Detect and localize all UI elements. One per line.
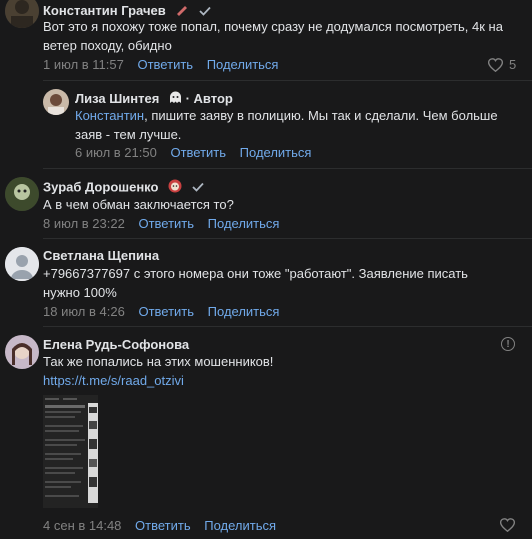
like-button[interactable]: 5 — [488, 57, 516, 72]
attached-image[interactable] — [43, 395, 98, 508]
comment-meta: 4 сен в 14:48 Ответить Поделиться — [43, 518, 276, 534]
comment-date[interactable]: 6 июл в 21:50 — [75, 145, 157, 160]
avatar[interactable] — [5, 247, 39, 281]
share-button[interactable]: Поделиться — [208, 304, 280, 319]
comment-meta: 18 июл в 4:26 Ответить Поделиться — [43, 304, 279, 320]
external-link[interactable]: https://t.me/s/raad_otzivi — [43, 373, 184, 388]
heart-icon — [500, 518, 515, 532]
info-icon[interactable]: ! — [501, 337, 515, 351]
reply-button[interactable]: Ответить — [135, 518, 191, 533]
heart-icon — [488, 57, 503, 72]
divider — [43, 80, 532, 81]
avatar[interactable] — [5, 177, 39, 211]
divider — [43, 168, 532, 169]
reply-button[interactable]: Ответить — [138, 304, 194, 319]
comment-meta: 6 июл в 21:50 Ответить Поделиться — [75, 145, 311, 161]
share-button[interactable]: Поделиться — [204, 518, 276, 533]
comment-text: Вот это я похожу тоже попал, почему сраз… — [43, 19, 503, 53]
reply-button[interactable]: Ответить — [170, 145, 226, 160]
like-button[interactable] — [500, 518, 515, 532]
check-icon — [192, 180, 204, 196]
avatar[interactable] — [43, 89, 69, 115]
comment-date[interactable]: 4 сен в 14:48 — [43, 518, 121, 533]
divider — [43, 326, 532, 327]
comment-text: Константин, пишите заяву в полицию. Мы т… — [75, 108, 498, 142]
comment-author[interactable]: Елена Рудь-Софонова — [43, 337, 189, 353]
divider — [43, 238, 532, 239]
comment-author[interactable]: Светлана Щепина — [43, 248, 159, 264]
comment-text: Так же попались на этих мошенников! http… — [43, 354, 274, 388]
comment-date[interactable]: 8 июл в 23:22 — [43, 216, 125, 231]
reply-button[interactable]: Ответить — [137, 57, 193, 72]
share-button[interactable]: Поделиться — [208, 216, 280, 231]
comment-text: +79667377697 с этого номера они тоже "ра… — [43, 266, 468, 300]
comment-date[interactable]: 1 июл в 11:57 — [43, 57, 124, 72]
avatar[interactable] — [5, 335, 39, 369]
share-button[interactable]: Поделиться — [207, 57, 279, 72]
comment-date[interactable]: 18 июл в 4:26 — [43, 304, 125, 319]
avatar[interactable] — [5, 0, 39, 28]
author-tag: · Автор — [185, 91, 233, 106]
reply-button[interactable]: Ответить — [138, 216, 194, 231]
comment-text: А в чем обман заключается то? — [43, 197, 234, 212]
share-button[interactable]: Поделиться — [240, 145, 312, 160]
comment-meta: 8 июл в 23:22 Ответить Поделиться — [43, 216, 279, 232]
like-count: 5 — [509, 57, 517, 72]
comment-meta: 1 июл в 11:57 Ответить Поделиться — [43, 57, 278, 73]
mention-link[interactable]: Константин — [75, 108, 144, 123]
